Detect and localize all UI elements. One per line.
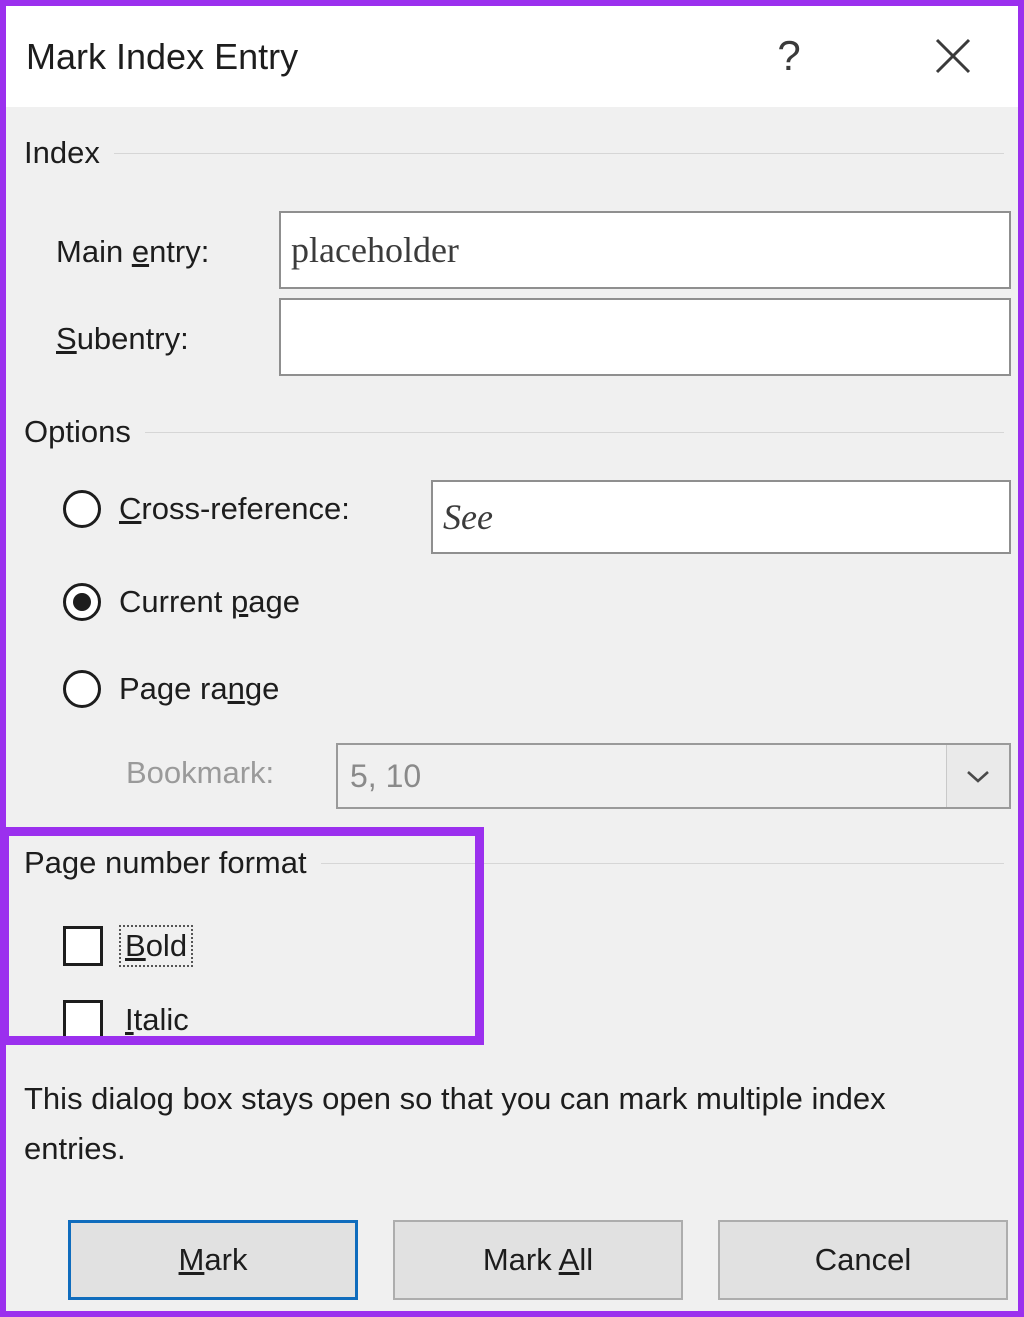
close-icon[interactable] [922, 26, 984, 86]
bookmark-combobox[interactable]: 5, 10 [336, 743, 1011, 809]
mark-button-label-accel: M [178, 1242, 205, 1277]
subentry-label-accel: S [56, 321, 77, 356]
cancel-button-label-pre: Cancel [814, 1242, 912, 1277]
main-entry-label-post: ntry: [149, 234, 210, 269]
page-number-format-rule [320, 862, 1004, 864]
page-range-label: Page range [119, 671, 279, 707]
subentry-label: Subentry: [56, 321, 189, 357]
bookmark-label: Bookmark: [126, 755, 275, 790]
options-group-rule [144, 431, 1004, 433]
options-group-label: Options [24, 414, 131, 449]
radio-cross-reference[interactable]: Cross-reference: [63, 490, 350, 528]
main-entry-value: placeholder [291, 230, 459, 270]
subentry-input[interactable] [279, 298, 1011, 376]
index-group-rule [113, 152, 1004, 154]
cross-reference-label: Cross-reference: [119, 491, 350, 527]
checkbox-bold[interactable]: Bold [63, 925, 194, 967]
bookmark-value: 5, 10 [350, 757, 422, 794]
mark-all-button-label: Mark All [483, 1242, 593, 1278]
bold-label-accel: B [125, 928, 146, 963]
mark-all-button-label-pre: Mark [482, 1242, 559, 1277]
help-icon[interactable]: ? [758, 26, 820, 86]
index-group-header: Index [24, 135, 1004, 171]
current-page-radio-mark [63, 583, 101, 621]
mark-all-button[interactable]: Mark All [393, 1220, 683, 1300]
italic-checkbox-mark [63, 1000, 103, 1040]
cancel-button[interactable]: Cancel [718, 1220, 1008, 1300]
chevron-down-icon[interactable] [946, 745, 1009, 807]
current-page-label: Current page [119, 584, 300, 620]
italic-label-post: talic [133, 1002, 189, 1037]
page-range-label-accel: n [227, 671, 245, 706]
mark-button[interactable]: Mark [68, 1220, 358, 1300]
help-glyph: ? [777, 32, 801, 79]
page-range-label-post: ge [244, 671, 280, 706]
dialog-info-text: This dialog box stays open so that you c… [24, 1081, 886, 1166]
mark-index-entry-dialog: Mark Index Entry ? Index Main entry: pla… [0, 0, 1024, 1317]
bold-label-post: old [145, 928, 188, 963]
radio-current-page[interactable]: Current page [63, 583, 300, 621]
page-range-label-pre: Page ra [119, 671, 228, 706]
current-page-label-pre: Current [119, 584, 231, 619]
cross-reference-input[interactable]: See [431, 480, 1011, 554]
dialog-body: Index Main entry: placeholder Subentry: … [0, 107, 1018, 1311]
main-entry-label-accel: e [131, 234, 150, 269]
page-range-radio-mark [63, 670, 101, 708]
mark-button-label: Mark [179, 1242, 248, 1278]
cross-reference-radio-mark [63, 490, 101, 528]
current-page-label-accel: p [230, 584, 249, 619]
radio-page-range[interactable]: Page range [63, 670, 279, 708]
subentry-label-post: ubentry: [76, 321, 189, 356]
bold-checkbox-mark [63, 926, 103, 966]
current-page-label-post: age [248, 584, 300, 619]
main-entry-input[interactable]: placeholder [279, 211, 1011, 289]
mark-button-label-post: ark [204, 1242, 248, 1277]
cancel-button-label: Cancel [815, 1242, 912, 1278]
cross-reference-value: See [443, 497, 493, 537]
main-entry-label-pre: Main [56, 234, 132, 269]
italic-label-accel: I [125, 1002, 134, 1037]
main-entry-label: Main entry: [56, 234, 209, 270]
cross-reference-label-accel: C [119, 491, 142, 526]
dialog-titlebar: Mark Index Entry ? [6, 6, 1018, 107]
italic-label: Italic [119, 999, 195, 1041]
checkbox-italic[interactable]: Italic [63, 999, 195, 1041]
bold-label: Bold [119, 925, 194, 967]
page-number-format-group-header: Page number format [24, 845, 1004, 881]
mark-all-button-label-accel: A [558, 1242, 580, 1277]
options-group-header: Options [24, 414, 1004, 450]
mark-all-button-label-post: ll [579, 1242, 594, 1277]
cross-reference-label-post: ross-reference: [141, 491, 350, 526]
dialog-title: Mark Index Entry [26, 36, 299, 77]
page-number-format-label: Page number format [24, 845, 307, 880]
index-group-label: Index [24, 135, 100, 170]
